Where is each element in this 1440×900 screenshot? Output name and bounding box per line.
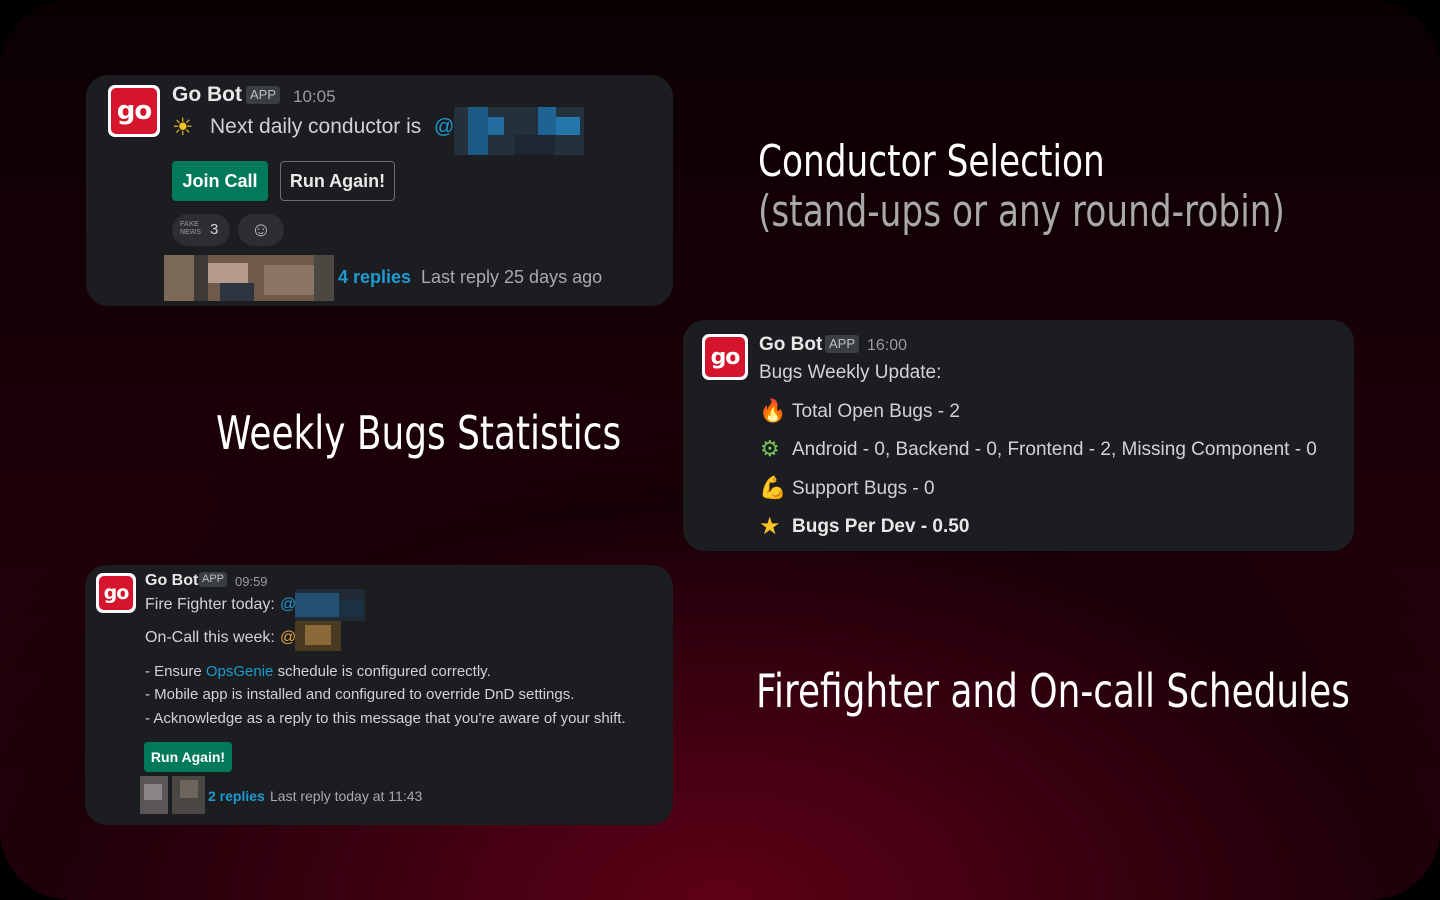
last-reply-text: Last reply 25 days ago — [421, 267, 603, 287]
fake-news-icon: FAKE NEWS — [180, 221, 201, 236]
fake-news-reaction[interactable]: FAKE NEWS 3 — [172, 214, 230, 246]
go-logo-icon: go — [99, 576, 133, 610]
add-reaction-button[interactable]: ☺ — [238, 214, 284, 246]
go-logo-icon: go — [111, 88, 157, 134]
bullet-mobile-app: - Mobile app is installed and configured… — [145, 686, 575, 703]
flexed-bicep-icon: 💪 — [759, 475, 787, 500]
reaction-count: 3 — [210, 221, 219, 238]
conductor-caption-subtitle: (stand-ups or any round-robin) — [758, 186, 1285, 237]
conductor-mention[interactable]: @ — [434, 116, 454, 139]
on-call-mention[interactable]: @ — [280, 629, 296, 647]
bullet-opsgenie: - Ensure OpsGenie schedule is configured… — [145, 663, 491, 680]
redacted-username — [295, 589, 365, 621]
fire-emoji-icon: 🔥 — [759, 398, 787, 423]
message-time[interactable]: 16:00 — [867, 337, 907, 355]
run-again-button[interactable]: Run Again! — [144, 742, 232, 772]
fire-fighter-mention[interactable]: @ — [280, 596, 296, 614]
bot-name[interactable]: Go Bot — [145, 572, 198, 590]
conductor-caption-title: Conductor Selection — [758, 136, 1105, 187]
bullet-prefix: - Ensure — [145, 663, 206, 680]
thread-replies-link[interactable]: 2 replies — [208, 788, 265, 804]
redacted-username — [454, 107, 584, 157]
sun-emoji-icon: ☀ — [172, 114, 194, 141]
opsgenie-link[interactable]: OpsGenie — [206, 663, 274, 680]
star-icon: ★ — [759, 513, 781, 540]
bullet-suffix: schedule is configured correctly. — [273, 663, 491, 680]
join-call-button[interactable]: Join Call — [172, 161, 268, 201]
bugs-caption-title: Weekly Bugs Statistics — [216, 406, 622, 460]
app-badge: APP — [825, 335, 860, 353]
message-time[interactable]: 09:59 — [235, 574, 268, 589]
firefighter-caption-title: Firefighter and On-call Schedules — [756, 664, 1350, 718]
app-badge: APP — [246, 86, 281, 104]
bugs-heading: Bugs Weekly Update: — [759, 362, 942, 383]
firefighter-message-card: go Go Bot APP 09:59 Fire Fighter today: … — [85, 565, 673, 825]
run-again-button[interactable]: Run Again! — [280, 161, 395, 201]
bot-name[interactable]: Go Bot — [759, 334, 822, 356]
fire-fighter-label: Fire Fighter today: — [145, 596, 275, 613]
conductor-message-text: Next daily conductor is — [210, 115, 422, 138]
on-call-label: On-Call this week: — [145, 629, 275, 646]
bot-name[interactable]: Go Bot — [172, 83, 242, 107]
bullet-acknowledge: - Acknowledge as a reply to this message… — [145, 710, 626, 727]
background: go Go Bot APP 10:05 ☀ Next daily conduct… — [0, 0, 1440, 900]
bugs-by-component: Android - 0, Backend - 0, Frontend - 2, … — [792, 439, 1317, 460]
android-icon: ⚙ — [760, 436, 780, 461]
add-emoji-icon: ☺ — [250, 218, 272, 241]
go-bot-avatar[interactable]: go — [96, 573, 136, 613]
bugs-per-dev: Bugs Per Dev - 0.50 — [792, 516, 970, 537]
support-bugs: Support Bugs - 0 — [792, 478, 935, 499]
go-logo-icon: go — [705, 337, 745, 377]
reply-avatars — [164, 255, 334, 301]
bugs-message-card: go Go Bot APP 16:00 Bugs Weekly Update: … — [683, 320, 1354, 551]
app-badge: APP — [199, 572, 228, 587]
last-reply-text: Last reply today at 11:43 — [270, 788, 423, 804]
redacted-username — [295, 621, 341, 651]
message-time[interactable]: 10:05 — [293, 87, 336, 107]
total-open-bugs: Total Open Bugs - 2 — [792, 401, 960, 422]
conductor-message-card: go Go Bot APP 10:05 ☀ Next daily conduct… — [86, 75, 673, 306]
reply-avatars — [140, 776, 205, 816]
go-bot-avatar[interactable]: go — [108, 85, 160, 137]
go-bot-avatar[interactable]: go — [702, 334, 748, 380]
thread-replies-link[interactable]: 4 replies — [338, 267, 411, 288]
